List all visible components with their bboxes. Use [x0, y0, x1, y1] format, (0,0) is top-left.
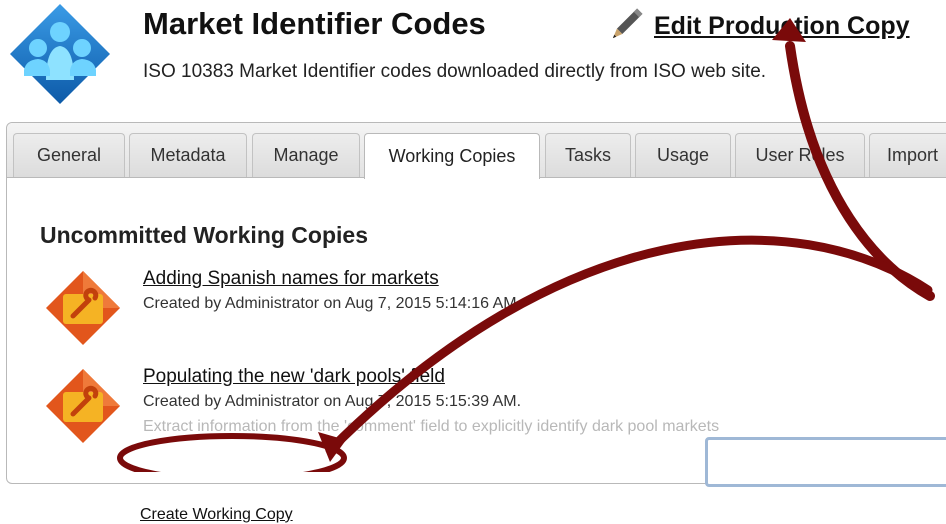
tab-manage[interactable]: Manage — [252, 133, 360, 177]
edit-production-copy-link[interactable]: Edit Production Copy — [606, 6, 910, 46]
page-header: Market Identifier Codes ISO 10383 Market… — [0, 0, 946, 120]
details-panel: General Metadata Manage Working Copies T… — [6, 122, 946, 523]
tab-import[interactable]: Import — [869, 133, 946, 177]
section-title: Uncommitted Working Copies — [40, 222, 368, 248]
working-copy-link[interactable]: Populating the new 'dark pools' field — [143, 366, 445, 388]
list-item: Adding Spanish names for markets Created… — [43, 268, 903, 358]
edit-production-copy-label: Edit Production Copy — [654, 11, 910, 40]
tab-user-roles[interactable]: User Roles — [735, 133, 865, 177]
tab-general[interactable]: General — [13, 133, 125, 177]
create-working-copy-link[interactable]: Create Working Copy — [140, 506, 293, 524]
tab-bar: General Metadata Manage Working Copies T… — [7, 123, 946, 179]
people-diamond-icon — [10, 4, 110, 104]
working-copy-meta: Created by Administrator on Aug 7, 2015 … — [143, 393, 522, 410]
tab-metadata[interactable]: Metadata — [129, 133, 247, 177]
working-copy-meta: Created by Administrator on Aug 7, 2015 … — [143, 295, 522, 312]
tab-usage[interactable]: Usage — [635, 133, 731, 177]
page-subtitle: ISO 10383 Market Identifier codes downlo… — [143, 61, 767, 82]
working-copy-wrench-icon — [46, 369, 120, 443]
tab-tasks[interactable]: Tasks — [545, 133, 631, 177]
working-copy-link[interactable]: Adding Spanish names for markets — [143, 268, 439, 290]
tab-working-copies[interactable]: Working Copies — [364, 133, 540, 179]
working-copy-wrench-icon — [46, 271, 120, 345]
page-title: Market Identifier Codes — [143, 6, 486, 41]
working-copy-description: Extract information from the 'comment' f… — [143, 418, 720, 435]
side-box — [705, 437, 946, 487]
pencil-icon — [612, 8, 643, 39]
